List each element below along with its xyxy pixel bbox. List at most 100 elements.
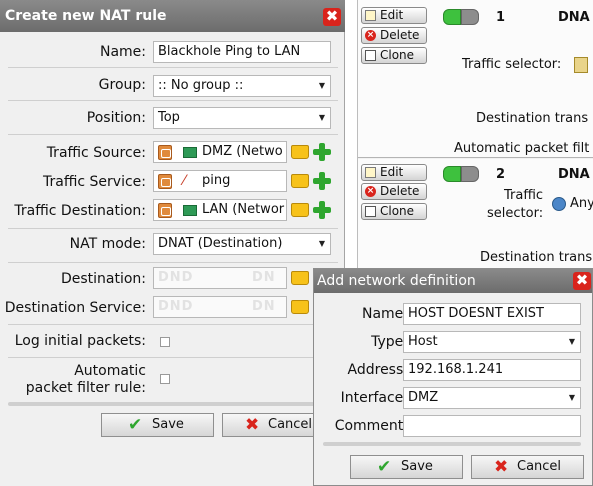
chevron-down-icon: ▼: [318, 81, 325, 90]
clone-button[interactable]: Clone: [361, 203, 427, 220]
globe-icon: [552, 197, 566, 211]
folder-icon[interactable]: [291, 203, 309, 217]
clone-button-label: Clone: [380, 204, 415, 218]
network-name-input[interactable]: HOST DOESNT EXIST: [403, 303, 581, 325]
interface-label: Interface:: [340, 390, 408, 406]
folder-icon[interactable]: [291, 271, 309, 285]
close-icon[interactable]: ✖: [323, 8, 341, 26]
destination-service-placeholder: DND: [158, 299, 194, 314]
edit-button[interactable]: Edit: [361, 7, 427, 24]
nat-mode-select[interactable]: DNAT (Destination) ▼: [153, 233, 331, 255]
interface-value: DMZ: [408, 390, 439, 405]
network-icon: [183, 147, 197, 158]
horizontal-scrollbar[interactable]: [323, 442, 581, 446]
save-button[interactable]: ✔ Save: [350, 455, 463, 479]
delete-button[interactable]: × Delete: [361, 183, 427, 200]
address-label: Address:: [347, 362, 408, 378]
folder-icon[interactable]: [291, 174, 309, 188]
check-icon: ✔: [377, 457, 392, 477]
close-icon[interactable]: ✖: [573, 272, 591, 290]
position-label: Position:: [86, 110, 146, 126]
network-type-select[interactable]: Host ▼: [403, 331, 581, 353]
name-input[interactable]: Blackhole Ping to LAN: [153, 41, 331, 63]
divider: [8, 262, 338, 263]
destination-label: Destination:: [60, 271, 146, 287]
divider: [8, 357, 338, 358]
rule-status-toggle[interactable]: [443, 9, 479, 25]
traffic-source-field[interactable]: DMZ (Netwo: [153, 141, 287, 163]
traffic-destination-field[interactable]: LAN (Networ: [153, 199, 287, 221]
name-input-value: Blackhole Ping to LAN: [158, 44, 301, 59]
nat-mode-select-value: DNAT (Destination): [158, 236, 283, 251]
dialog-title: Add network definition: [317, 273, 476, 289]
traffic-service-label: Traffic Service:: [43, 174, 146, 190]
network-name-value: HOST DOESNT EXIST: [408, 306, 544, 321]
add-network-definition-dialog: Add network definition ✖ Name: HOST DOES…: [313, 268, 593, 486]
auto-filter-label-line2: packet filter rule:: [25, 380, 146, 396]
rule-number: 1: [496, 10, 506, 25]
comment-label: Comment:: [334, 418, 408, 434]
interface-select[interactable]: DMZ ▼: [403, 387, 581, 409]
name-label: Name:: [361, 306, 408, 322]
traffic-selector-label-line1: Traffic: [504, 188, 544, 203]
folder-icon[interactable]: [291, 300, 309, 314]
plus-icon[interactable]: [313, 201, 331, 219]
clone-button-label: Clone: [380, 48, 415, 62]
divider: [8, 134, 338, 135]
address-value: 192.168.1.241: [408, 362, 504, 377]
traffic-source-value: DMZ (Netwo: [202, 144, 283, 159]
edit-button-label: Edit: [380, 8, 404, 22]
log-initial-packets-checkbox[interactable]: [160, 337, 170, 347]
log-initial-packets-label: Log initial packets:: [14, 333, 146, 349]
traffic-destination-value: LAN (Networ: [202, 202, 285, 217]
name-label: Name:: [99, 44, 146, 60]
rule-type: DNA: [558, 167, 590, 182]
plus-icon[interactable]: [313, 143, 331, 161]
destination-placeholder: DND: [158, 270, 194, 285]
network-type-value: Host: [408, 334, 438, 349]
dialog-title-bar: Create new NAT rule: [0, 0, 345, 32]
clone-button[interactable]: Clone: [361, 47, 427, 64]
auto-packet-filter-label: Automatic packet filt: [454, 141, 590, 156]
delete-icon: ×: [365, 186, 376, 197]
divider: [8, 67, 338, 68]
object-icon: [158, 145, 172, 160]
traffic-service-field[interactable]: ⁄ ping: [153, 170, 287, 192]
edit-button[interactable]: Edit: [361, 164, 427, 181]
object-icon: [158, 174, 172, 189]
auto-filter-label-line1: Automatic: [74, 363, 146, 379]
edit-icon: [365, 167, 376, 178]
chevron-down-icon: ▼: [568, 393, 575, 402]
divider: [8, 100, 338, 101]
group-select[interactable]: :: No group :: ▼: [153, 75, 331, 97]
comment-input[interactable]: [403, 415, 581, 437]
object-icon: [158, 203, 172, 218]
rule-type: DNA: [558, 10, 590, 25]
create-nat-rule-dialog: Create new NAT rule ✖ Name: Blackhole Pi…: [0, 0, 345, 486]
address-input[interactable]: 192.168.1.241: [403, 359, 581, 381]
folder-icon[interactable]: [291, 145, 309, 159]
rule-status-toggle[interactable]: [443, 166, 479, 182]
chevron-down-icon: ▼: [318, 239, 325, 248]
delete-button[interactable]: × Delete: [361, 27, 427, 44]
rule-row: Edit × Delete Clone 1 DNA Traffic select…: [358, 0, 593, 158]
save-button[interactable]: ✔ Save: [101, 413, 214, 437]
plus-icon[interactable]: [313, 172, 331, 190]
destination-service-field[interactable]: DND DN: [153, 296, 287, 318]
destination-service-label: Destination Service:: [4, 300, 146, 316]
traffic-service-value: ping: [202, 173, 231, 188]
delete-button-label: Delete: [380, 28, 420, 42]
group-select-value: :: No group ::: [158, 78, 244, 93]
destination-placeholder: DN: [252, 270, 276, 285]
traffic-selector-label-line2: selector:: [487, 206, 544, 221]
auto-filter-checkbox[interactable]: [160, 374, 170, 384]
horizontal-scrollbar[interactable]: [8, 402, 338, 406]
dialog-title-bar: Add network definition: [314, 269, 592, 293]
cancel-button[interactable]: ✖ Cancel: [471, 455, 584, 479]
service-icon: ⁄: [183, 173, 186, 189]
toggle-off-part: [461, 9, 479, 25]
position-select[interactable]: Top ▼: [153, 107, 331, 129]
dialog-title: Create new NAT rule: [5, 8, 167, 24]
destination-translation-label: Destination trans: [480, 250, 593, 265]
destination-field[interactable]: DND DN: [153, 267, 287, 289]
